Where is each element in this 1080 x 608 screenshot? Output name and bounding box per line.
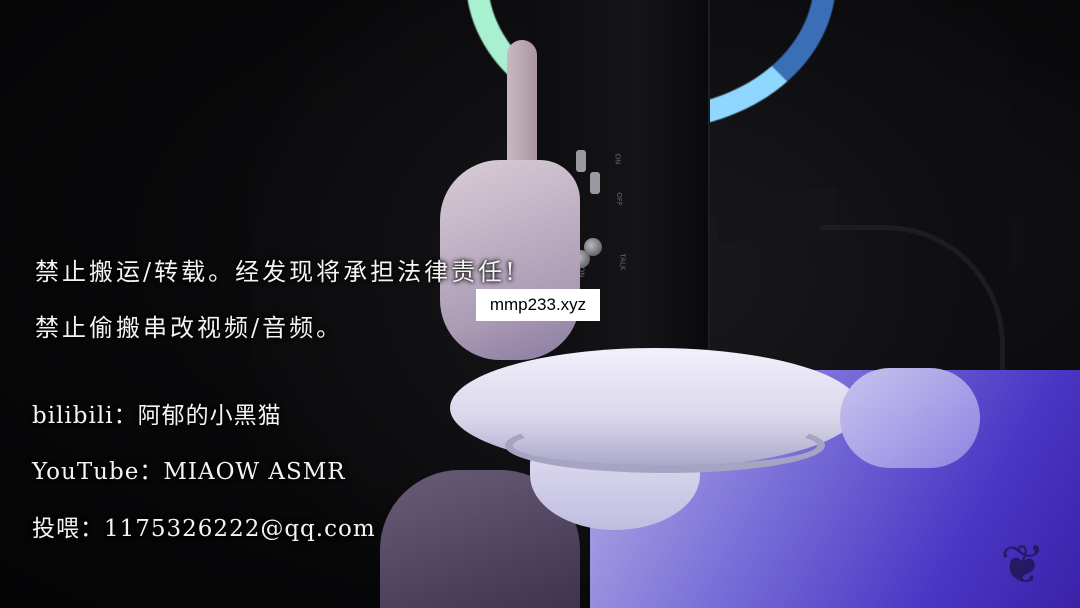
toggle-switch: [590, 172, 600, 194]
toggle-switch: [576, 150, 586, 172]
device-label: OFF: [614, 192, 623, 206]
disc-rim: [505, 418, 825, 473]
thumb: [840, 368, 980, 468]
warning-text-line1: 禁止搬运/转载。经发现将承担法律责任!: [35, 258, 518, 286]
device-label: ON: [613, 153, 622, 165]
warning-text-line2: 禁止偷搬串改视频/音频。: [35, 314, 344, 342]
bilibili-credit: bilibili：阿郁的小黑猫: [32, 403, 282, 429]
tattoo-mark: ❦: [1000, 533, 1046, 596]
email-credit: 投喂：1175326222@qq.com: [32, 516, 376, 542]
device-label: TALK: [618, 253, 627, 271]
youtube-credit: YouTube：MIAOW ASMR: [32, 459, 346, 485]
video-frame: ON OFF ON TALK ❦ 禁止搬运/转载。经发现将承担法律责任! 禁止偷…: [0, 0, 1080, 608]
watermark-label: mmp233.xyz: [476, 289, 600, 321]
